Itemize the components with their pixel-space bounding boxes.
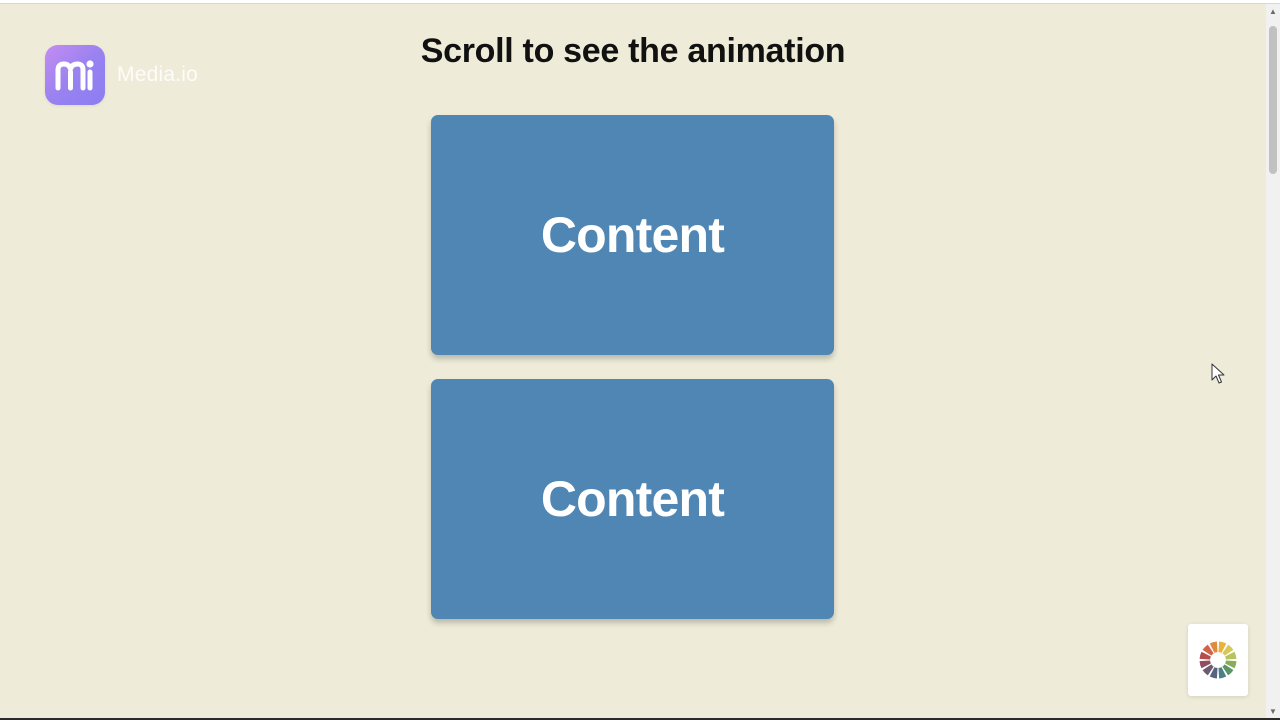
scroll-down-arrow-icon[interactable]: ▼ xyxy=(1266,704,1280,718)
window-top-edge xyxy=(0,0,1280,4)
mouse-pointer-icon xyxy=(1211,363,1225,390)
color-picker-widget[interactable] xyxy=(1188,624,1248,696)
content-card-label: Content xyxy=(540,471,725,527)
scrollbar-thumb[interactable] xyxy=(1269,26,1277,174)
content-card-2: Content xyxy=(431,379,834,619)
page-title: Scroll to see the animation xyxy=(420,32,846,70)
content-card-1: Content xyxy=(431,115,834,355)
content-card-label: Content xyxy=(540,207,725,263)
vertical-scrollbar[interactable]: ▲ ▼ xyxy=(1266,4,1280,718)
color-wheel-icon xyxy=(1199,641,1237,679)
scroll-up-arrow-icon[interactable]: ▲ xyxy=(1266,4,1280,18)
